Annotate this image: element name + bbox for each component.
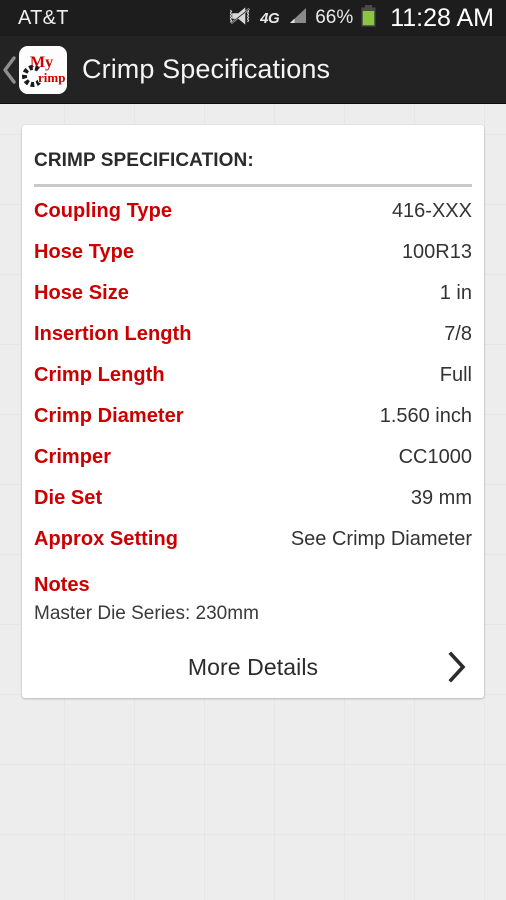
content-area: CRIMP SPECIFICATION: Coupling Type 416-XX… [0,104,506,698]
network-type-label: 4G [260,9,280,27]
spec-label: Coupling Type [34,200,173,222]
notes-block: Notes Master Die Series: 230mm [34,569,472,632]
spec-label: Crimp Diameter [34,405,184,427]
spec-value: 39 mm [410,487,472,509]
carrier-label: AT&T [18,6,69,29]
battery-percent-label: 66% [315,7,354,28]
page-title: Crimp Specifications [82,54,331,84]
spec-value: 416-XXX [391,200,472,222]
spec-label: Hose Size [34,282,129,304]
chevron-left-icon [3,55,16,84]
more-details-label: More Details [187,653,319,680]
spec-label: Insertion Length [34,323,192,345]
more-details-button[interactable]: More Details [34,636,472,698]
svg-text:rimp: rimp [38,70,65,85]
spec-row: Insertion Length 7/8 [34,323,472,364]
card-title: CRIMP SPECIFICATION: [34,150,254,171]
mycrimp-logo-icon: My rimp [19,45,67,94]
spec-row: Coupling Type 416-XXX [34,200,472,241]
signal-bars-icon [286,7,308,30]
status-bar: AT&T 4G 66% 11:28 AM [0,0,506,36]
spec-row: Approx Setting See Crimp Diameter [34,528,472,569]
spec-row: Die Set 39 mm [34,487,472,528]
spec-value: 1 in [439,282,472,304]
action-bar: My rimp Crimp Specifications [0,36,506,104]
spec-row: Hose Type 100R13 [34,241,472,282]
notes-label: Notes [34,574,90,596]
app-root: AT&T 4G 66% 11:28 AM My rimp Crimp Speci… [0,0,506,900]
spec-label: Crimp Length [34,364,165,386]
spec-value: See Crimp Diameter [290,528,472,550]
spec-value: Full [439,364,472,386]
spec-label: Die Set [34,487,103,509]
spec-label: Crimper [34,446,112,468]
battery-icon [360,4,377,32]
spec-value: 100R13 [401,241,472,263]
back-button[interactable] [0,50,18,90]
spec-value: 7/8 [444,323,472,345]
spec-row: Hose Size 1 in [34,282,472,323]
status-bar-icons: 4G 66% 11:28 AM [229,4,494,33]
spec-row: Crimp Length Full [34,364,472,405]
spec-label: Hose Type [34,241,135,263]
spec-row: Crimper CC1000 [34,446,472,487]
clock-label: 11:28 AM [390,3,494,32]
spec-list: Coupling Type 416-XXX Hose Type 100R13 Hose … [34,187,472,569]
spec-value: CC1000 [398,446,472,468]
chevron-right-icon [446,650,468,684]
crimp-specification-card: CRIMP SPECIFICATION: Coupling Type 416-XX… [22,125,484,698]
spec-label: Approx Setting [34,528,179,550]
notes-value: Master Die Series: 230mm [34,603,259,624]
vibrate-muted-icon [229,6,253,31]
spec-row: Crimp Diameter 1.560 inch [34,405,472,446]
app-logo[interactable]: My rimp [19,45,67,94]
spec-value: 1.560 inch [379,405,472,427]
